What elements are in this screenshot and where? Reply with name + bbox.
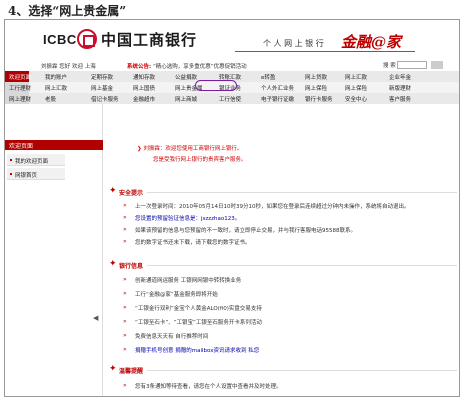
security-title: 安全提示 — [119, 190, 144, 197]
nav-row-3: 网上理财 老股 借记卡服务 金融超市 网上商城 工行信使 电子银行证缴 银行卡服务 安全中心 客户… — [5, 93, 459, 104]
bank-info-link[interactable]: “工银至石卡”、“工银宝”工银至石服务开卡系列活动 — [123, 318, 262, 326]
nav-item-1-1[interactable]: 网上汇款 — [45, 84, 67, 92]
section-star-icon: ✦ — [109, 364, 117, 374]
bank-info-link[interactable]: 创新通道网运服务 工银网网银中转转换业务 — [123, 276, 241, 284]
reminder-title: 温馨提醒 — [119, 368, 144, 375]
nav-item-0-8[interactable]: 网上汇款 — [345, 73, 367, 81]
bank-info-link[interactable]: 工行“金融@家”基金服务即将开始 — [123, 290, 218, 298]
icbc-logo-icon — [77, 29, 97, 49]
search-input[interactable] — [397, 61, 427, 69]
bank-info-link[interactable]: 免费信息天天有 自行推荐时间 — [123, 332, 208, 340]
main-content: ❯ 刘振霖：欢迎您使用工商银行网上银行。 您是受我行网上银行的贵宾客户服务。 ✦… — [105, 104, 459, 396]
nav-item-0-4[interactable]: 公益捐款 — [175, 73, 197, 81]
nav-item-2-5[interactable]: 工行信使 — [219, 95, 241, 103]
nav-item-1-0[interactable]: 工行理财 — [9, 84, 31, 92]
nav-item-0-1[interactable]: 我的账户 — [45, 73, 67, 81]
icbc-logo-text: ICBC — [43, 32, 77, 47]
nav-item-0-6[interactable]: e转盈 — [261, 73, 275, 81]
nav-item-2-7[interactable]: 银行卡服务 — [305, 95, 333, 103]
search-button[interactable] — [431, 61, 443, 69]
security-line[interactable]: 您的数字证书还未下载，请下载您的数字证书。 — [123, 238, 250, 246]
bank-info-link[interactable]: “工银金行双利”金宝个人黄金ALO(ﬁ0)实盘交易支持 — [123, 304, 262, 312]
brand-divider — [235, 51, 415, 52]
security-line: 如果该预留的信息与您预留的不一致时，请立即停止交易，并与我行客服电话95588联… — [123, 226, 356, 234]
nav-item-2-9[interactable]: 客户服务 — [389, 95, 411, 103]
welcome-text: 刘振霖：欢迎您使用工商银行网上银行。 — [143, 146, 243, 152]
security-line: 上一次登录时间：2010年05月14日10时39分10秒，如果您在登录后连续超过… — [123, 202, 409, 210]
bank-info-link[interactable]: 捐赠手机号创意 捐赠的mailbox资讯请求收到 私您 — [123, 346, 260, 354]
section-rule — [147, 370, 457, 371]
personal-banking-label: 个 人 网 上 银 行 — [263, 39, 324, 48]
bank-info-link-text: 捐赠手机号创意 捐赠的mailbox资讯请求收到 私您 — [135, 348, 260, 354]
nav-item-0-0[interactable]: 欢迎页面 — [9, 73, 31, 81]
nav-item-1-6[interactable]: 个人外汇业务 — [261, 84, 294, 92]
section-star-icon: ✦ — [109, 259, 117, 269]
nav-item-1-3[interactable]: 网上国债 — [133, 84, 155, 92]
notice-text: “精心选购，享多重优惠”优惠促销活动 — [152, 64, 247, 70]
nav-item-1-8[interactable]: 网上保险 — [345, 84, 367, 92]
top-toolbar: 刘振霖 您好 欢迎 上海 系统公告: “精心选购，享多重优惠”优惠促销活动 搜 … — [5, 60, 459, 71]
nav-item-2-2[interactable]: 借记卡服务 — [91, 95, 119, 103]
nav-item-1-7[interactable]: 网上保险 — [305, 84, 327, 92]
nav-item-2-8[interactable]: 安全中心 — [345, 95, 367, 103]
nav-item-2-3[interactable]: 金融超市 — [133, 95, 155, 103]
section-rule — [147, 192, 457, 193]
nav-item-2-0[interactable]: 网上理财 — [9, 95, 31, 103]
site-header: ICBC 中国工商银行 个 人 网 上 银 行 金融@家 — [5, 20, 459, 60]
user-greeting: 刘振霖 您好 欢迎 上海 — [41, 64, 96, 70]
bank-name: 中国工商银行 — [101, 31, 198, 49]
system-notice[interactable]: 系统公告: “精心选购，享多重优惠”优惠促销活动 — [127, 62, 247, 70]
collapse-sidebar-icon[interactable]: ◀ — [93, 314, 98, 322]
sidebar-header: 欢迎页面 — [5, 140, 103, 150]
vip-message: 您是受我行网上银行的贵宾客户服务。 — [153, 157, 247, 163]
nav-item-0-7[interactable]: 网上贷款 — [305, 73, 327, 81]
nav-item-0-2[interactable]: 定期存款 — [91, 73, 113, 81]
verification-info: 您设置的预留验证信息是：jszzzhao123。 — [135, 216, 241, 222]
sidebar-item-my-welcome[interactable]: 我的欢迎页面 — [7, 154, 65, 166]
search-label: 搜 索 — [383, 63, 396, 69]
section-star-icon: ✦ — [109, 186, 117, 196]
nav-item-0-9[interactable]: 企业年金 — [389, 73, 411, 81]
precious-metals-highlight — [195, 80, 237, 91]
browser-frame: ICBC 中国工商银行 个 人 网 上 银 行 金融@家 刘振霖 您好 欢迎 上… — [4, 19, 460, 397]
reminder-line[interactable]: 您有3条通知等待查看，请您在个人设置中查看并及时处理。 — [123, 382, 281, 390]
nav-item-0-3[interactable]: 通知存款 — [133, 73, 155, 81]
sidebar-item-home[interactable]: 网银首页 — [7, 168, 65, 180]
nav-item-2-1[interactable]: 老股 — [45, 95, 56, 103]
sidebar: 欢迎页面 我的欢迎页面 网银首页 ◀ — [5, 104, 103, 396]
bank-info-title: 银行信息 — [119, 263, 144, 270]
brand-logo: 金融@家 — [341, 33, 402, 51]
step-caption: 4、选择“网上贵金属” — [8, 4, 127, 18]
nav-item-2-6[interactable]: 电子银行证缴 — [261, 95, 294, 103]
nav-item-2-4[interactable]: 网上商城 — [175, 95, 197, 103]
notice-prefix: 系统公告: — [127, 64, 152, 70]
nav-item-1-9[interactable]: 新版理财 — [389, 84, 411, 92]
nav-item-1-2[interactable]: 网上基金 — [91, 84, 113, 92]
section-rule — [147, 265, 457, 266]
welcome-message: ❯ 刘振霖：欢迎您使用工商银行网上银行。 — [137, 146, 243, 152]
security-line: 您设置的预留验证信息是：jszzzhao123。 — [123, 214, 241, 222]
